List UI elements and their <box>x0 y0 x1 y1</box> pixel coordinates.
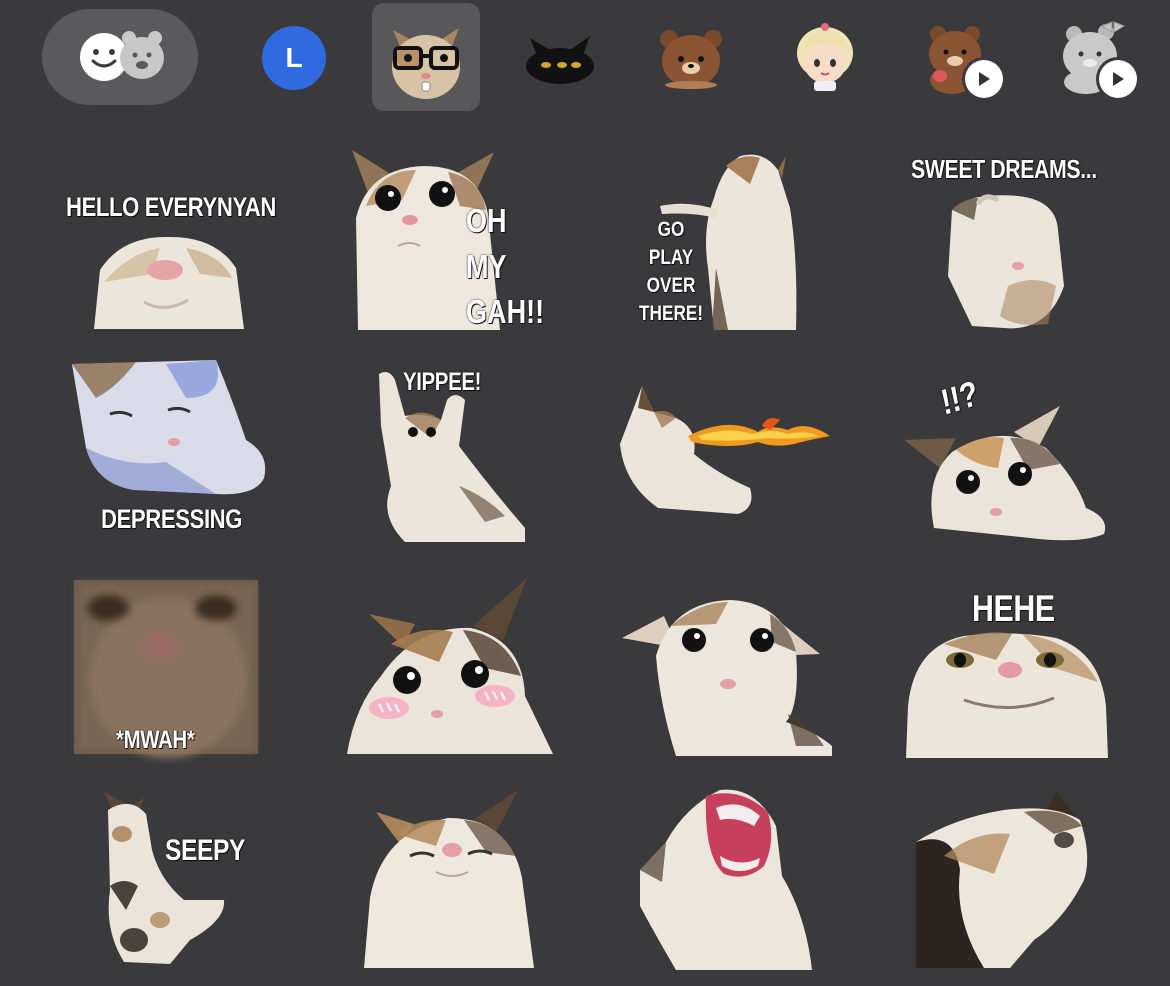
caption-seepy: SEEPY <box>165 834 246 867</box>
tab-brown-bear[interactable] <box>646 16 736 100</box>
sticker-oh-my-gah[interactable]: OH MY GAH!! <box>348 148 558 333</box>
cat-turned-away-image <box>916 792 1088 968</box>
black-cat-icon <box>526 36 594 84</box>
tab-black-cat[interactable] <box>515 16 605 100</box>
tab-gray-bunny-animated[interactable] <box>1047 16 1137 100</box>
sticker-cat-screaming[interactable] <box>636 786 816 970</box>
sticker-yippee[interactable]: YIPPEE! <box>365 366 530 546</box>
tab-cat-glasses-selected[interactable] <box>372 3 480 111</box>
letter-avatar: L <box>262 26 326 90</box>
tab-emoji-stickers[interactable] <box>42 9 198 105</box>
caption-line: MY <box>466 247 507 285</box>
caption-oh-my-gah: OH MY GAH!! <box>466 198 544 335</box>
caption-line: OH <box>466 202 507 239</box>
sticker-sweet-dreams[interactable]: SWEET DREAMS... <box>908 156 1108 336</box>
cat-breathing-fire-image <box>620 386 830 514</box>
cat-blushing-image <box>347 578 553 754</box>
cat-wide-eyes-image <box>622 600 832 756</box>
cat-screaming-image <box>640 789 812 970</box>
caption-line: THERE! <box>639 301 704 325</box>
idol-avatar-icon <box>797 23 853 91</box>
caption-yippee: YIPPEE! <box>403 368 482 396</box>
caption-line: GAH!! <box>466 293 545 331</box>
sticker-mwah[interactable]: *MWAH* <box>68 578 263 758</box>
sticker-cat-turned-away[interactable] <box>914 790 1094 970</box>
sticker-cat-blush[interactable] <box>345 576 555 756</box>
caption-line: PLAY <box>648 245 694 269</box>
play-icon <box>965 60 1003 98</box>
caption-mwah: *MWAH* <box>116 726 195 754</box>
sticker-seepy[interactable]: SEEPY <box>100 790 260 970</box>
sticker-depressing[interactable]: DEPRESSING <box>66 358 276 538</box>
sticker-cat-content[interactable] <box>360 788 540 970</box>
caption-line: OVER <box>646 273 696 297</box>
smiley-bear-icon <box>80 31 164 81</box>
tab-letter-avatar[interactable]: L <box>249 16 339 100</box>
sticker-cat-wide-eyes[interactable] <box>620 596 835 758</box>
tab-idol-avatar[interactable] <box>780 16 870 100</box>
cat-glasses-icon <box>392 28 460 99</box>
tab-brown-bear-animated[interactable] <box>913 16 1003 100</box>
play-icon <box>1099 60 1137 98</box>
sticker-keyboard: L HELLO EVERYNYAN OH MY GAH!! GO PLAY OV… <box>0 0 1170 986</box>
sticker-cat-fire-breath[interactable] <box>618 384 832 519</box>
caption-line: GO <box>657 218 685 241</box>
sticker-exclaim[interactable]: !!? <box>900 372 1115 543</box>
caption-hehe: HEHE <box>972 588 1055 629</box>
sticker-hehe[interactable]: HEHE <box>904 586 1110 758</box>
caption-go-play-over-there: GO PLAY OVER THERE! <box>639 216 703 328</box>
caption-exclaim: !!? <box>937 372 981 423</box>
sticker-hello-everynyan[interactable]: HELLO EVERYNYAN <box>60 190 280 335</box>
cat-content-smile-image <box>364 790 534 968</box>
cat-surprised-image <box>904 406 1106 541</box>
cat-sleepy-curled-image <box>104 792 225 964</box>
caption-depressing: DEPRESSING <box>101 504 243 534</box>
brown-bear-icon <box>660 30 722 89</box>
caption-sweet-dreams: SWEET DREAMS... <box>911 154 1097 184</box>
caption-hello-everynyan: HELLO EVERYNYAN <box>66 192 276 222</box>
sticker-go-play-over-there[interactable]: GO PLAY OVER THERE! <box>632 148 812 333</box>
